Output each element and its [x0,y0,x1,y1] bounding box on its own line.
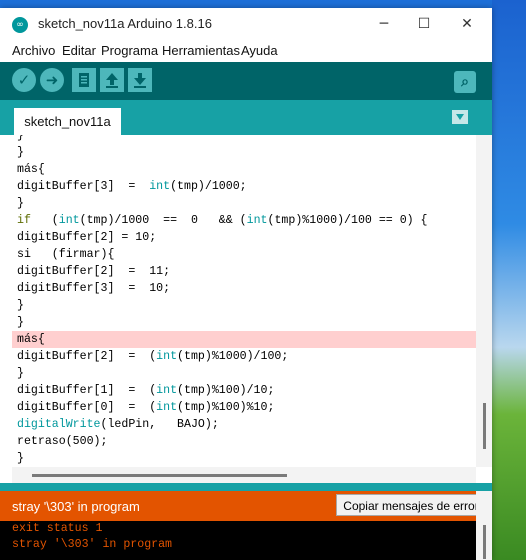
code-token: más{ [17,163,45,176]
code-token: (tmp)%1000)/100 == 0) { [267,214,428,227]
verify-button[interactable]: ✓ [12,68,36,92]
code-token: más{ [17,333,45,346]
divider [0,483,492,491]
code-token: (tmp)/1000 == 0 && ( [79,214,247,227]
scroll-thumb[interactable] [483,525,486,559]
code-line[interactable]: retraso(500); [12,433,476,450]
arrow-up-icon [106,73,118,88]
new-sketch-button[interactable] [72,68,96,92]
scroll-thumb[interactable] [483,403,486,449]
code-line[interactable]: } [12,195,476,212]
tab-menu-dropdown-icon[interactable] [452,110,468,124]
tab-bar: sketch_nov11a [0,100,492,135]
new-file-icon [79,73,89,87]
scroll-thumb[interactable] [32,474,287,477]
code-token: si (firmar){ [17,248,115,261]
code-token: } [17,316,24,329]
menu-herramientas[interactable]: Herramientas [162,43,240,58]
code-token: (tmp)%1000)/100; [177,350,289,363]
code-token: } [17,367,24,380]
code-token: (tmp)%100)%10; [177,401,275,414]
editor-horizontal-scrollbar[interactable] [12,467,476,483]
code-token: int [58,214,80,227]
code-token: } [17,146,24,159]
maximize-button[interactable]: ☐ [404,12,444,36]
code-line[interactable]: } [12,135,476,144]
menu-bar: Archivo Editar Programa Herramientas Ayu… [0,40,492,62]
save-sketch-button[interactable] [128,68,152,92]
code-line[interactable]: digitBuffer[2] = 10; [12,229,476,246]
error-bar: stray '\303' in program Copiar mensajes … [0,491,486,521]
code-line[interactable]: más{ [12,331,476,348]
code-token: retraso(500); [17,435,108,448]
code-token: (tmp)%100)/10; [177,384,275,397]
upload-button[interactable]: ➜ [40,68,64,92]
code-token: int [156,401,178,414]
console-line: exit status 1 [12,522,103,535]
serial-monitor-button[interactable]: ⌕ [454,71,476,93]
infinity-icon: ∞ [12,17,28,33]
code-token: digitalWrite [17,418,101,431]
code-line[interactable]: } [12,450,476,467]
code-line[interactable]: digitBuffer[3] = int(tmp)/1000; [12,178,476,195]
code-line[interactable]: } [12,365,476,382]
code-token: digitBuffer[0] = ( [17,401,157,414]
error-message: stray '\303' in program [12,499,140,514]
toolbar: ✓ ➜ ⌕ [0,62,492,100]
code-token: (tmp)/1000; [170,180,247,193]
code-line[interactable]: digitalWrite(ledPin, BAJO); [12,416,476,433]
code-token: digitBuffer[2] = 10; [17,231,157,244]
copy-error-button[interactable]: Copiar mensajes de error [336,494,486,516]
close-button[interactable]: ✕ [447,12,487,36]
desktop-background [492,0,526,560]
code-line[interactable]: digitBuffer[2] = (int(tmp)%1000)/100; [12,348,476,365]
console-line: stray '\303' in program [12,538,173,551]
code-token: int [246,214,268,227]
minimize-button[interactable]: ─ [364,12,404,36]
code-token: } [17,299,24,312]
code-token: digitBuffer[1] = ( [17,384,157,397]
title-bar: ∞ sketch_nov11a Arduino 1.8.16 ─ ☐ ✕ [0,8,492,40]
code-line[interactable]: digitBuffer[3] = 10; [12,280,476,297]
code-token: ( [30,214,59,227]
window-title: sketch_nov11a Arduino 1.8.16 [38,16,212,31]
code-line[interactable]: } [12,297,476,314]
console-output: exit status 1 stray '\303' in program [0,521,476,560]
code-token: } [17,197,24,210]
code-line[interactable]: digitBuffer[1] = (int(tmp)%100)/10; [12,382,476,399]
code-line[interactable]: if (int(tmp)/1000 == 0 && (int(tmp)%1000… [12,212,476,229]
code-line[interactable]: digitBuffer[0] = (int(tmp)%100)%10; [12,399,476,416]
code-line[interactable]: } [12,144,476,161]
menu-archivo[interactable]: Archivo [12,43,55,58]
code-token: int [156,350,178,363]
code-token: digitBuffer[2] = ( [17,350,157,363]
code-token: int [156,384,178,397]
code-line[interactable]: digitBuffer[2] = 11; [12,263,476,280]
arduino-ide-window: ∞ sketch_nov11a Arduino 1.8.16 ─ ☐ ✕ Arc… [0,8,492,560]
code-token: (ledPin, BAJO); [100,418,219,431]
code-line[interactable]: si (firmar){ [12,246,476,263]
code-editor[interactable]: }} más{digitBuffer[3] = int(tmp)/1000;} if… [12,135,476,467]
menu-programa[interactable]: Programa [101,43,158,58]
open-sketch-button[interactable] [100,68,124,92]
code-token: if [17,214,31,227]
code-line[interactable]: más{ [12,161,476,178]
menu-ayuda[interactable]: Ayuda [241,43,278,58]
arrow-down-icon [134,73,146,88]
code-token: int [149,180,171,193]
tab-sketch[interactable]: sketch_nov11a [14,108,121,135]
code-token: digitBuffer[3] = 10; [17,282,171,295]
code-token: } [17,135,24,142]
code-line[interactable]: } [12,314,476,331]
code-token: digitBuffer[3] = [17,180,150,193]
editor-vertical-scrollbar[interactable] [476,135,492,467]
console-scrollbar[interactable] [476,491,492,560]
code-token: } [17,452,24,465]
menu-editar[interactable]: Editar [62,43,96,58]
code-token: digitBuffer[2] = 11; [17,265,171,278]
